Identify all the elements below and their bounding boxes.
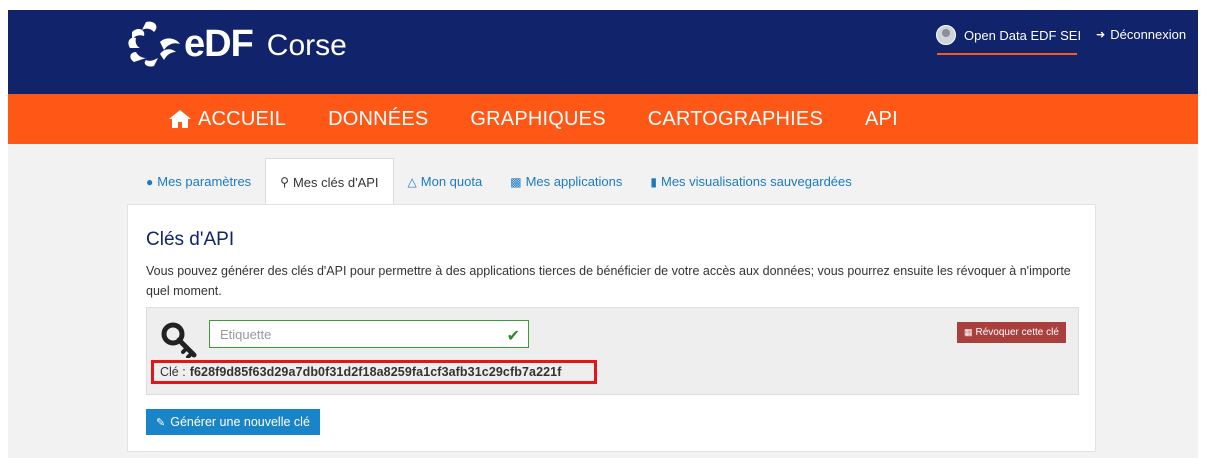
key-label-input[interactable] [210, 321, 528, 347]
nav-list: ACCUEIL DONNÉES GRAPHIQUES CARTOGRAPHIES… [168, 94, 940, 144]
tab-mon-quota[interactable]: △ Mon quota [394, 158, 497, 205]
home-icon [169, 110, 191, 128]
trash-icon: ▦ [964, 327, 973, 337]
account-tabs: ● Mes paramètres ⚲ Mes clés d'API △ Mon … [132, 158, 866, 205]
nav-label: DONNÉES [328, 107, 429, 130]
tab-mes-applications[interactable]: ▩ Mes applications [496, 158, 636, 205]
logo-wordmark: eDF [184, 22, 254, 65]
api-key-value: f628f9d85f63d29a7db0f31d2f18a8259fa1cf3a… [189, 365, 562, 379]
nav-item-cartographies[interactable]: CARTOGRAPHIES [648, 108, 823, 131]
tab-label: Mes paramètres [157, 174, 252, 189]
nav-item-graphiques[interactable]: GRAPHIQUES [470, 108, 605, 131]
main-nav: ACCUEIL DONNÉES GRAPHIQUES CARTOGRAPHIES… [8, 94, 1198, 144]
user-menu[interactable]: Open Data EDF SEI [936, 25, 1081, 45]
tab-mes-visualisations[interactable]: ▮ Mes visualisations sauvegardées [636, 158, 865, 205]
puzzle-icon: ▩ [510, 174, 522, 189]
api-key-display: Clé : f628f9d85f63d29a7db0f31d2f18a8259f… [151, 360, 597, 384]
api-keys-panel: Clés d'API Vous pouvez générer des clés … [127, 204, 1096, 452]
nav-label: CARTOGRAPHIES [647, 107, 824, 130]
tab-mes-parametres[interactable]: ● Mes paramètres [132, 158, 265, 205]
flask-icon: △ [407, 174, 417, 189]
tab-mes-cles-api[interactable]: ⚲ Mes clés d'API [265, 158, 394, 205]
tab-label: Mes visualisations sauvegardées [661, 174, 852, 189]
edf-corse-logo[interactable]: eDF Corse [124, 18, 347, 70]
avatar [936, 25, 956, 45]
user-icon: ● [146, 174, 154, 189]
tab-label: Mes applications [525, 174, 623, 189]
nav-label: GRAPHIQUES [470, 107, 606, 130]
key-icon [161, 322, 197, 358]
key-icon: ⚲ [280, 175, 289, 189]
nav-item-donnees[interactable]: DONNÉES [328, 108, 428, 131]
bookmark-icon: ▮ [650, 174, 657, 189]
nav-label: API [865, 107, 898, 130]
revoke-label: Révoquer cette clé [975, 327, 1059, 338]
user-name: Open Data EDF SEI [964, 27, 1082, 43]
edf-swirl-icon [128, 21, 180, 67]
revoke-key-button[interactable]: ▦ Révoquer cette clé [957, 322, 1066, 343]
top-header: eDF Corse Open Data EDF SEI ➜ Déconnexio… [8, 10, 1198, 94]
nav-item-accueil[interactable]: ACCUEIL [168, 108, 286, 131]
check-icon: ✔ [506, 328, 520, 345]
tab-label: Mon quota [420, 174, 483, 189]
logout-label: Déconnexion [1110, 27, 1187, 42]
user-underline [937, 53, 1077, 55]
api-key-entry: ✔ ▦ Révoquer cette clé Clé : f628f9d85f6… [146, 307, 1079, 395]
logo-subtitle: Corse [266, 29, 347, 62]
pencil-icon: ✎ [156, 416, 166, 429]
logout-link[interactable]: ➜ Déconnexion [1096, 27, 1186, 42]
generate-label: Générer une nouvelle clé [170, 415, 310, 429]
nav-item-api[interactable]: API [865, 108, 898, 131]
generate-key-button[interactable]: ✎ Générer une nouvelle clé [146, 409, 320, 435]
panel-description: Vous pouvez générer des clés d'API pour … [146, 264, 1071, 298]
nav-label: ACCUEIL [198, 107, 287, 130]
tab-label: Mes clés d'API [292, 174, 379, 190]
page-title: Clés d'API [146, 229, 235, 250]
key-label-field[interactable]: ✔ [209, 320, 529, 348]
key-prefix: Clé : [160, 365, 186, 379]
logout-icon: ➜ [1096, 29, 1106, 41]
